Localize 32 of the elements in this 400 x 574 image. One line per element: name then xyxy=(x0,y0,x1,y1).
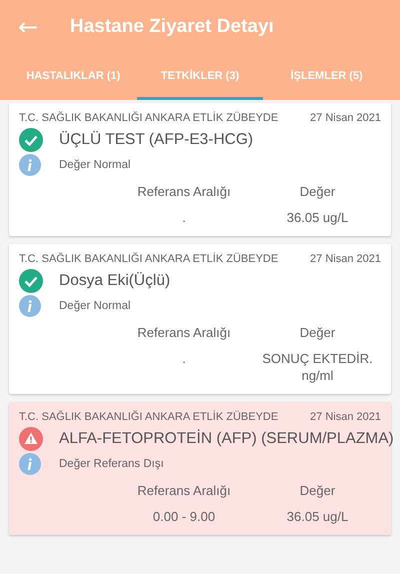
reference-range: 0.00 - 9.00 xyxy=(152,508,216,525)
info-icon[interactable] xyxy=(19,295,41,317)
info-icon[interactable] xyxy=(19,453,41,475)
hospital-name: T.C. SAĞLIK BAKANLIĞI ANKARA ETLİK ZÜBEYDE xyxy=(19,112,278,124)
result-value: 36.05 ug/L xyxy=(286,209,350,226)
reference-range: . xyxy=(181,209,187,226)
result-value: 36.05 ug/L xyxy=(286,508,350,525)
hospital-name: T.C. SAĞLIK BAKANLIĞI ANKARA ETLİK ZÜBEYDE xyxy=(19,253,278,265)
column-header: Değer xyxy=(298,184,336,199)
column-header: Referans Aralığı xyxy=(136,184,232,199)
column-header: Değer xyxy=(298,325,336,340)
back-button[interactable]: ← xyxy=(16,15,40,39)
tab[interactable]: İŞLEMLER (5) xyxy=(263,54,390,100)
column-header: Referans Aralığı xyxy=(136,483,232,498)
result-date: 27 Nisan 2021 xyxy=(310,411,381,423)
result-status: Değer Normal xyxy=(59,300,131,312)
screen-title: Hastane Ziyaret Detayı xyxy=(70,16,274,38)
result-date: 27 Nisan 2021 xyxy=(310,112,381,124)
result-status: Değer Normal xyxy=(59,159,131,171)
hospital-name: T.C. SAĞLIK BAKANLIĞI ANKARA ETLİK ZÜBEYDE xyxy=(19,411,278,423)
test-name: ÜÇLÜ TEST (AFP-E3-HCG) xyxy=(59,131,254,149)
column-header: Referans Aralığı xyxy=(136,325,232,340)
result-status: Değer Referans Dışı xyxy=(59,458,164,470)
test-name: ALFA-FETOPROTEİN (AFP) (SERUM/PLAZMA) xyxy=(59,430,394,448)
result-value: SONUÇ EKTEDİR. ng/ml xyxy=(261,350,374,384)
test-name: Dosya Eki(Üçlü) xyxy=(59,272,170,290)
tab[interactable]: TETKİKLER (3) xyxy=(136,54,264,100)
result-date: 27 Nisan 2021 xyxy=(310,253,381,265)
column-header: Değer xyxy=(298,483,336,498)
tab[interactable]: HASTALIKLAR (1) xyxy=(10,54,137,100)
info-icon[interactable] xyxy=(19,154,41,176)
reference-range: . xyxy=(181,350,187,367)
